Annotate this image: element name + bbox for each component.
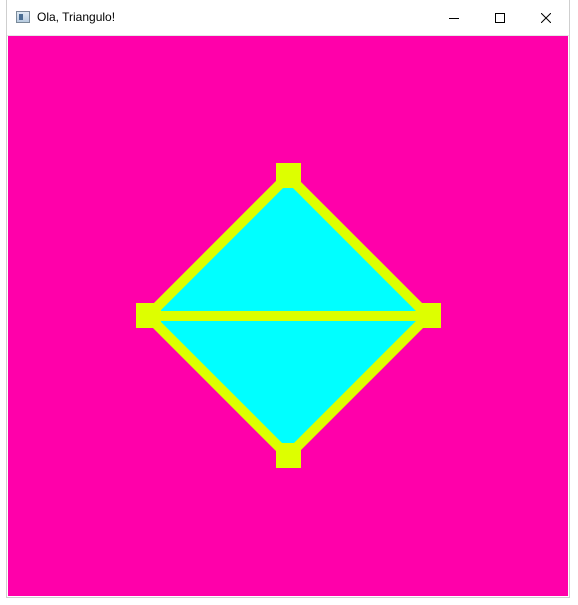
title-bar[interactable]: Ola, Triangulo! xyxy=(7,0,569,36)
minimize-icon xyxy=(449,18,459,19)
maximize-button[interactable] xyxy=(477,0,523,36)
vertex-bottom xyxy=(276,443,301,468)
render-canvas[interactable] xyxy=(8,36,568,596)
close-icon xyxy=(541,13,551,23)
window-title: Ola, Triangulo! xyxy=(37,10,116,24)
app-window-icon[interactable] xyxy=(16,11,30,23)
maximize-icon xyxy=(495,13,505,23)
vertex-top xyxy=(276,163,301,188)
app-window: Ola, Triangulo! xyxy=(7,0,569,597)
minimize-button[interactable] xyxy=(431,0,477,36)
opengl-viewport xyxy=(8,36,568,596)
vertex-left xyxy=(136,303,161,328)
close-button[interactable] xyxy=(523,0,569,36)
vertex-right xyxy=(416,303,441,328)
